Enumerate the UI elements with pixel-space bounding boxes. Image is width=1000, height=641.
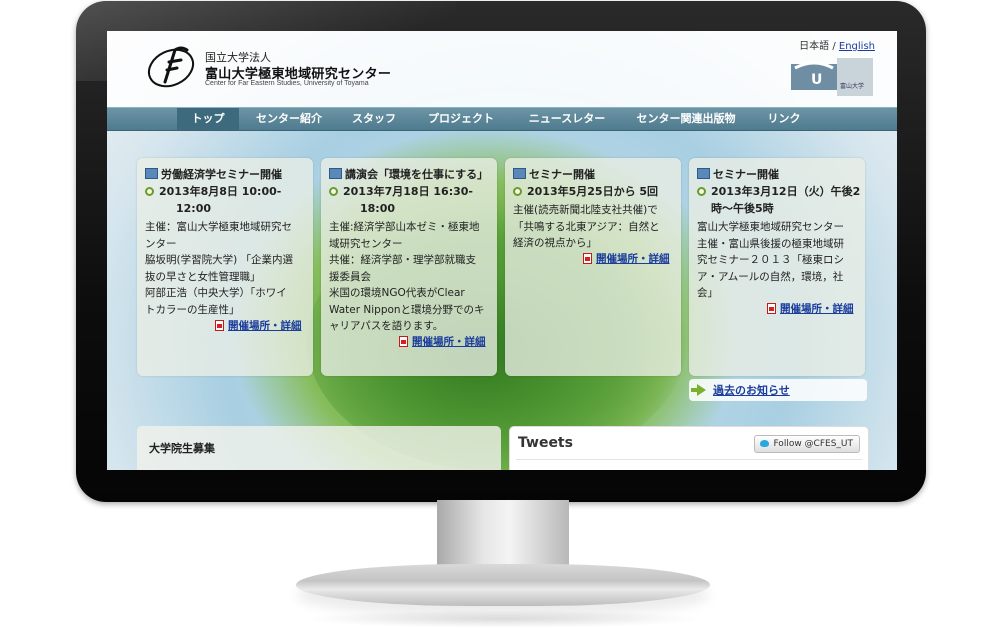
arrow-right-icon: [691, 384, 706, 396]
center-logo-icon[interactable]: [145, 42, 197, 90]
nav-staff[interactable]: スタッフ: [343, 108, 405, 130]
news-card-date: 2013年3月12日（火）午後2 時～午後5時: [697, 183, 862, 217]
logo-english: Center for Far Eastern Studies, Universi…: [205, 80, 369, 87]
lang-separator: /: [829, 41, 839, 52]
browser-screen: 国立大学法人 富山大学極東地域研究センター Center for Far Eas…: [107, 31, 897, 470]
twitter-bird-icon: [760, 440, 770, 447]
tweets-panel: Tweets Follow @CFES_UT: [509, 426, 869, 470]
panel-title[interactable]: 大学院生募集: [149, 440, 215, 456]
presentation-icon: [513, 168, 526, 179]
past-news-box: 過去のお知らせ: [689, 379, 867, 401]
main-nav: トップ センター紹介 スタッフ プロジェクト ニュースレター センター関連出版物…: [107, 107, 897, 131]
pdf-icon: [215, 320, 224, 331]
news-card-body: 主催(読売新聞北陸支社共催)で 「共鳴する北東アジア：自然と 経済の視点から」: [513, 204, 660, 249]
news-card-title: セミナー開催: [697, 166, 779, 182]
pdf-icon: [583, 253, 592, 264]
presentation-icon: [697, 168, 710, 179]
clock-icon: [145, 187, 154, 196]
news-card-date: 2013年5月25日から 5回: [513, 183, 678, 200]
news-card: 労働経済学セミナー開催 2013年8月8日 10:00- 12:00 主催：富山大…: [137, 158, 313, 376]
nav-links[interactable]: リンク: [759, 108, 809, 130]
svg-text:U: U: [811, 72, 822, 88]
news-card: セミナー開催 2013年5月25日から 5回 主催(読売新聞北陸支社共催)で 「共…: [505, 158, 681, 376]
lang-japanese[interactable]: 日本語: [799, 41, 829, 52]
clock-icon: [697, 187, 706, 196]
monitor-stand-neck: [437, 500, 569, 572]
news-card-date: 2013年8月8日 10:00- 12:00: [145, 183, 310, 217]
presentation-icon: [145, 168, 158, 179]
university-logo-icon[interactable]: U 富山大学: [791, 58, 873, 96]
news-card-title: セミナー開催: [513, 166, 595, 182]
twitter-follow-button[interactable]: Follow @CFES_UT: [754, 435, 860, 453]
past-news-link[interactable]: 過去のお知らせ: [713, 382, 790, 398]
presentation-icon: [329, 168, 342, 179]
news-card-title: 講演会「環境を仕事にする」: [329, 166, 488, 182]
news-card-body: 主催：富山大学極東地域研究セ ンター 脇坂明(学習院大学) 「企業内選 抜の早さと女性…: [145, 221, 294, 316]
monitor-shadow: [300, 610, 706, 628]
event-details-link[interactable]: 開催場所・詳細: [767, 301, 854, 316]
news-card-title: 労働経済学セミナー開催: [145, 166, 282, 182]
monitor-stand-base: [296, 564, 710, 606]
news-card: セミナー開催 2013年3月12日（火）午後2 時～午後5時 富山大学極東地域研究…: [689, 158, 865, 376]
event-details-link[interactable]: 開催場所・詳細: [399, 334, 486, 349]
graduate-recruitment-panel: 大学院生募集: [137, 426, 501, 470]
event-details-link[interactable]: 開催場所・詳細: [215, 318, 302, 333]
clock-icon: [329, 187, 338, 196]
site-header: 国立大学法人 富山大学極東地域研究センター Center for Far Eas…: [107, 31, 897, 109]
news-card-date: 2013年7月18日 16:30- 18:00: [329, 183, 494, 217]
nav-newsletter[interactable]: ニュースレター: [517, 108, 617, 130]
news-card-body: 主催:経済学部山本ゼミ・極東地 域研究センター 共催：経済学部・理学部就職支 援委員会…: [329, 221, 485, 332]
nav-center-intro[interactable]: センター紹介: [249, 108, 329, 130]
pdf-icon: [399, 336, 408, 347]
event-details-link[interactable]: 開催場所・詳細: [583, 251, 670, 266]
clock-icon: [513, 187, 522, 196]
university-logo-text: 富山大学: [840, 82, 864, 90]
tweets-title: Tweets: [518, 435, 573, 451]
pdf-icon: [767, 303, 776, 314]
divider: [516, 459, 862, 460]
lang-english-link[interactable]: English: [839, 41, 875, 52]
language-switch: 日本語 / English: [799, 37, 875, 52]
nav-top[interactable]: トップ: [177, 108, 239, 130]
news-card-body: 富山大学極東地域研究センター 主催・富山県後援の極東地域研 究セミナー２０１３「極東…: [697, 221, 844, 299]
nav-publications[interactable]: センター関連出版物: [627, 108, 745, 130]
news-card: 講演会「環境を仕事にする」 2013年7月18日 16:30- 18:00 主催:…: [321, 158, 497, 376]
nav-project[interactable]: プロジェクト: [419, 108, 503, 130]
